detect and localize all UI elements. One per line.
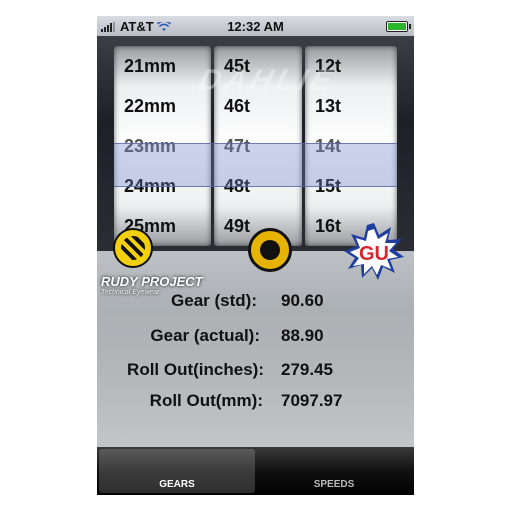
tab-bar: GEARS SPEEDS: [97, 447, 414, 495]
status-bar: AT&T 12:32 AM: [97, 16, 414, 36]
gu-logo: GU: [344, 223, 404, 280]
tab-speeds[interactable]: SPEEDS: [256, 449, 412, 493]
roaring-mouse-logo: [248, 228, 292, 272]
rudy-text: RUDY PROJECT: [101, 274, 203, 289]
gu-text: GU: [359, 243, 389, 265]
rollout-inches-label: Roll Out(inches):: [127, 360, 264, 379]
selection-indicator: [114, 143, 397, 187]
sponsor-logo-yellow: [113, 228, 153, 268]
gear-actual-value: 88.90: [281, 326, 324, 345]
tab-speeds-label: SPEEDS: [313, 479, 355, 490]
status-time: 12:32 AM: [227, 19, 284, 34]
battery-icon: [386, 21, 411, 32]
gear-std-value: 90.60: [281, 291, 324, 310]
app-screen: AT&T 12:32 AM 21mm 22mm 23mm 24mm 25mm 45t 46…: [97, 16, 414, 495]
rollout-mm-value: 7097.97: [281, 391, 343, 410]
tab-gears[interactable]: GEARS: [99, 449, 255, 493]
rollout-mm-label: Roll Out(mm):: [149, 391, 263, 410]
rollout-inches-value: 279.45: [281, 360, 333, 379]
gear-actual-label: Gear (actual):: [150, 326, 260, 345]
tab-gears-label: GEARS: [159, 479, 195, 490]
gear-std-label: Gear (std):: [171, 291, 257, 310]
gear-picker: 21mm 22mm 23mm 24mm 25mm 45t 46t 47t 48t 49t 12t…: [97, 36, 414, 251]
brand-watermark: DAHLIE: [194, 64, 340, 97]
